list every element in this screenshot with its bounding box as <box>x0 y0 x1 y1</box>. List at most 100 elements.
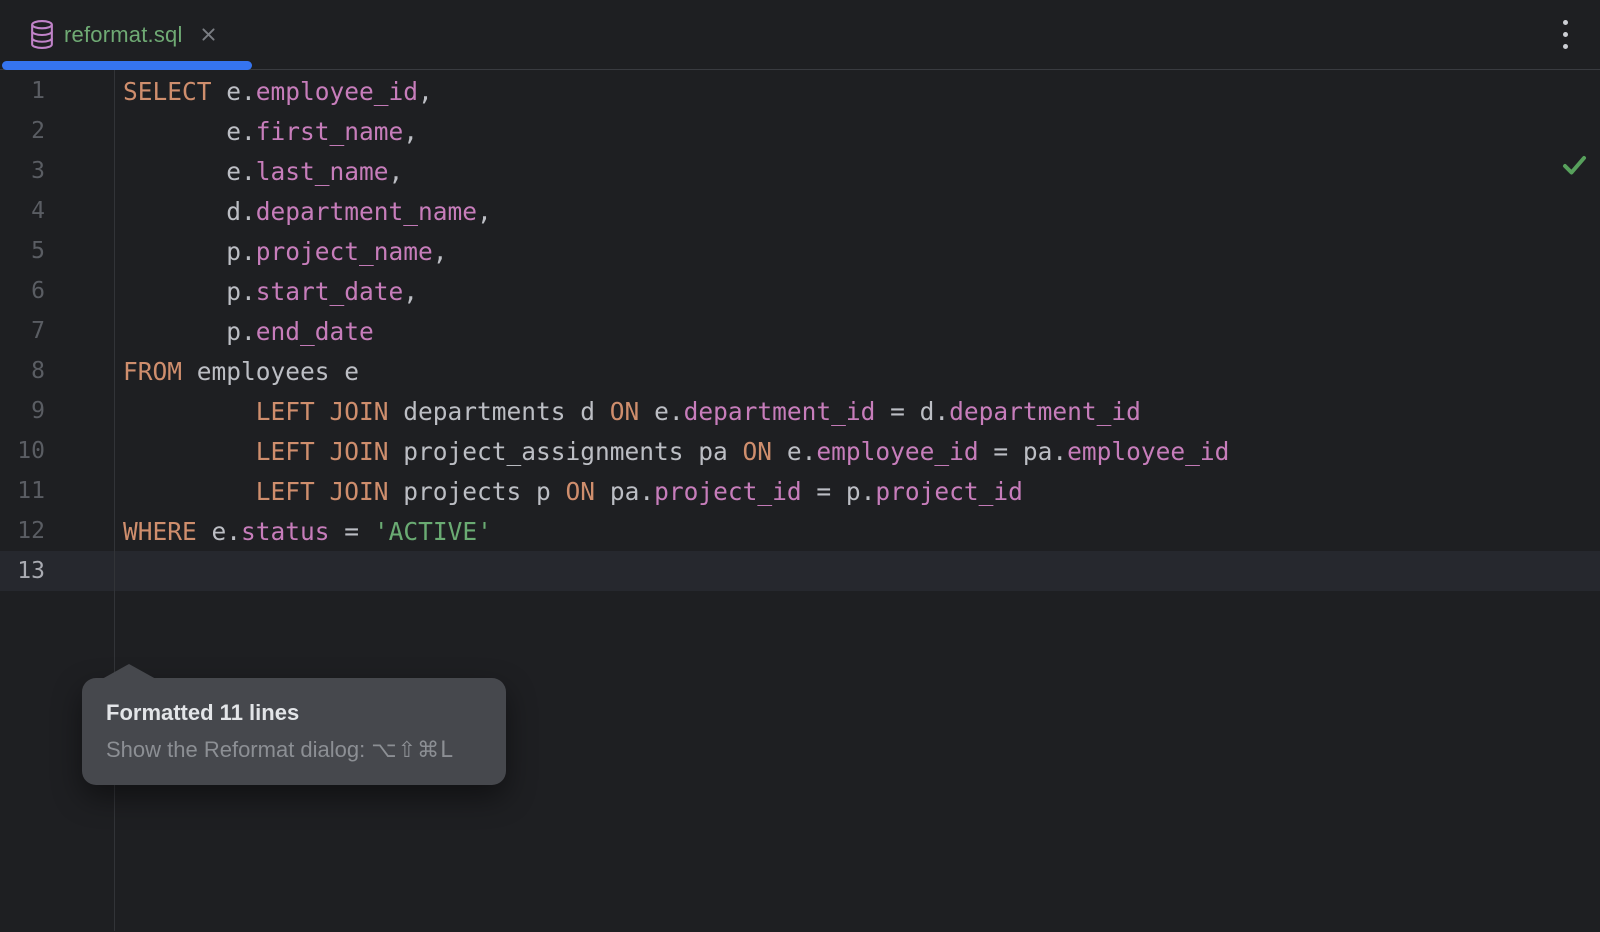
code-token: project_name <box>256 237 433 266</box>
code-line-13[interactable]: 13 <box>0 551 1600 591</box>
code-token: department_id <box>684 397 876 426</box>
tooltip-shortcut: ⌥⇧⌘L <box>371 738 453 763</box>
code-text: p.start_date, <box>45 277 418 306</box>
line-number: 11 <box>0 478 45 504</box>
line-number: 1 <box>0 78 45 104</box>
code-text: p.project_name, <box>45 237 448 266</box>
code-text: LEFT JOIN departments d ON e.department_… <box>45 397 1141 426</box>
code-token: last_name <box>256 157 389 186</box>
code-token: , <box>403 117 418 146</box>
code-token: ON <box>743 437 773 466</box>
code-token: department_name <box>256 197 477 226</box>
active-tab-indicator <box>2 61 252 70</box>
code-token: ON <box>610 397 640 426</box>
code-token: p. <box>123 317 256 346</box>
line-number: 5 <box>0 238 45 264</box>
code-line-9[interactable]: 9 LEFT JOIN departments d ON e.departmen… <box>0 391 1600 431</box>
code-text: FROM employees e <box>45 357 359 386</box>
code-token <box>123 477 256 506</box>
code-token: p. <box>123 277 256 306</box>
tab-bar: reformat.sql <box>0 0 1600 70</box>
code-token: , <box>477 197 492 226</box>
kebab-menu-icon[interactable] <box>1557 14 1574 55</box>
code-token <box>123 437 256 466</box>
code-text: e.last_name, <box>45 157 403 186</box>
code-line-1[interactable]: 1SELECT e.employee_id, <box>0 71 1600 111</box>
code-line-6[interactable]: 6 p.start_date, <box>0 271 1600 311</box>
line-number: 3 <box>0 158 45 184</box>
line-number: 10 <box>0 438 45 464</box>
code-token: employee_id <box>256 77 418 106</box>
code-lines: 1SELECT e.employee_id,2 e.first_name,3 e… <box>0 70 1600 591</box>
editor: 1SELECT e.employee_id,2 e.first_name,3 e… <box>0 70 1600 931</box>
reformat-tooltip: Formatted 11 lines Show the Reformat dia… <box>82 678 506 785</box>
tooltip-subtitle-text: Show the Reformat dialog: <box>106 737 365 762</box>
checkmark-icon[interactable] <box>1561 153 1588 182</box>
code-line-12[interactable]: 12WHERE e.status = 'ACTIVE' <box>0 511 1600 551</box>
code-token: end_date <box>256 317 374 346</box>
code-token: employee_id <box>816 437 978 466</box>
code-token: LEFT JOIN <box>256 477 389 506</box>
code-text: SELECT e.employee_id, <box>45 77 433 106</box>
code-token: status <box>241 517 330 546</box>
code-text: LEFT JOIN project_assignments pa ON e.em… <box>45 437 1229 466</box>
code-line-10[interactable]: 10 LEFT JOIN project_assignments pa ON e… <box>0 431 1600 471</box>
line-number: 4 <box>0 198 45 224</box>
code-line-4[interactable]: 4 d.department_name, <box>0 191 1600 231</box>
code-token: e. <box>772 437 816 466</box>
tooltip-title: Formatted 11 lines <box>106 697 482 728</box>
code-token: = <box>330 517 374 546</box>
code-line-11[interactable]: 11 LEFT JOIN projects p ON pa.project_id… <box>0 471 1600 511</box>
code-token: LEFT JOIN <box>256 437 389 466</box>
code-token: pa. <box>595 477 654 506</box>
line-number: 7 <box>0 318 45 344</box>
code-token: WHERE <box>123 517 197 546</box>
code-token: = d. <box>875 397 949 426</box>
line-number: 12 <box>0 518 45 544</box>
code-text: LEFT JOIN projects p ON pa.project_id = … <box>45 477 1023 506</box>
code-line-7[interactable]: 7 p.end_date <box>0 311 1600 351</box>
code-text: d.department_name, <box>45 197 492 226</box>
code-text: WHERE e.status = 'ACTIVE' <box>45 517 492 546</box>
line-number: 9 <box>0 398 45 424</box>
code-token: project_assignments pa <box>389 437 743 466</box>
line-number: 13 <box>0 558 45 584</box>
code-token: e. <box>212 77 256 106</box>
code-token: FROM <box>123 357 182 386</box>
close-icon[interactable] <box>200 26 217 43</box>
code-token: e. <box>197 517 241 546</box>
code-token: e. <box>639 397 683 426</box>
code-token: project_id <box>654 477 802 506</box>
code-token: SELECT <box>123 77 212 106</box>
code-token: first_name <box>256 117 404 146</box>
code-token: , <box>403 277 418 306</box>
code-token: start_date <box>256 277 404 306</box>
code-text: p.end_date <box>45 317 374 346</box>
code-line-5[interactable]: 5 p.project_name, <box>0 231 1600 271</box>
code-token: e. <box>123 117 256 146</box>
code-token: , <box>418 77 433 106</box>
code-token: projects p <box>389 477 566 506</box>
code-token: employees e <box>182 357 359 386</box>
gutter-separator <box>114 70 115 931</box>
database-icon <box>30 20 54 49</box>
tab-title: reformat.sql <box>64 22 183 48</box>
code-token: = pa. <box>979 437 1068 466</box>
code-token: employee_id <box>1067 437 1229 466</box>
code-token: , <box>389 157 404 186</box>
code-token: departments d <box>389 397 610 426</box>
tooltip-arrow <box>102 664 156 679</box>
line-number: 2 <box>0 118 45 144</box>
tab-reformat-sql[interactable]: reformat.sql <box>0 0 237 69</box>
code-token: p. <box>123 237 256 266</box>
code-line-8[interactable]: 8FROM employees e <box>0 351 1600 391</box>
code-token: project_id <box>875 477 1023 506</box>
code-text: e.first_name, <box>45 117 418 146</box>
tooltip-subtitle: Show the Reformat dialog: ⌥⇧⌘L <box>106 734 482 766</box>
line-number: 6 <box>0 278 45 304</box>
code-line-3[interactable]: 3 e.last_name, <box>0 151 1600 191</box>
code-token: department_id <box>949 397 1141 426</box>
code-line-2[interactable]: 2 e.first_name, <box>0 111 1600 151</box>
code-token: ON <box>566 477 596 506</box>
code-token <box>123 397 256 426</box>
